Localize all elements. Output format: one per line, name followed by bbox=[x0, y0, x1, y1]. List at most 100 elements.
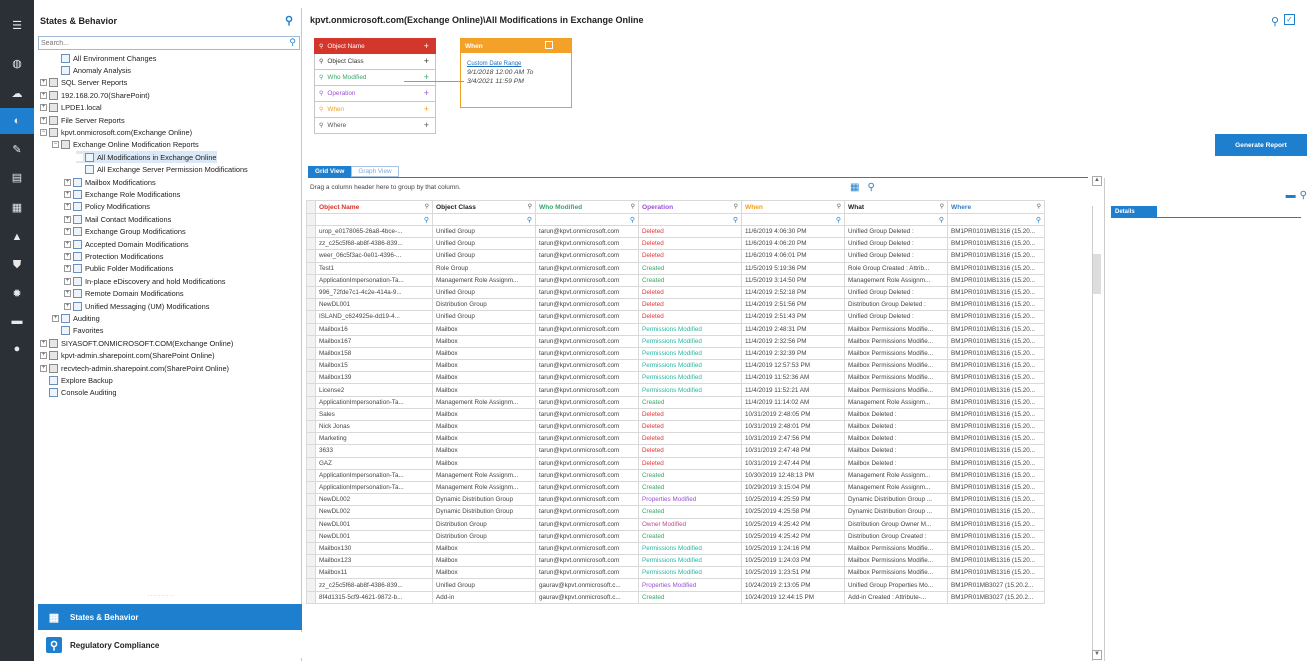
shield-icon[interactable]: ⛊ bbox=[0, 252, 34, 278]
table-row[interactable]: 996_72fde7c1-4c2e-414a-9... Unified Group… bbox=[306, 285, 1045, 300]
table-row[interactable]: GAZ Mailbox tarun@kpvt.onmicrosoft.com Dele… bbox=[306, 456, 1045, 470]
column-filter-icon[interactable]: ⚲ bbox=[1037, 203, 1041, 210]
calendar-icon[interactable]: ▦ bbox=[850, 182, 859, 193]
tree-item[interactable]: + Policy Modifications bbox=[64, 201, 150, 213]
expand-toggle-icon[interactable]: + bbox=[40, 91, 47, 99]
table-row[interactable]: 3633 Mailbox tarun@kpvt.onmicrosoft.com Del… bbox=[306, 444, 1045, 458]
table-row[interactable]: ISLAND_c624925e-dd19-4... Unified Group ta… bbox=[306, 310, 1045, 324]
add-icon[interactable]: + bbox=[424, 88, 429, 98]
nav-states-behavior[interactable]: ▦ States & Behavior bbox=[38, 604, 302, 630]
tree-item[interactable]: + kpvt-admin.sharepoint.com(SharePoint On… bbox=[40, 350, 215, 362]
table-row[interactable]: 8f4d1315-5cf9-4621-9872-b... Add-in gaurav… bbox=[306, 590, 1045, 604]
scrollbar-thumb[interactable] bbox=[1093, 254, 1101, 294]
expand-toggle-icon[interactable]: + bbox=[64, 190, 71, 198]
tree-item[interactable]: Explore Backup bbox=[40, 374, 113, 386]
scroll-down-button[interactable]: ▼ bbox=[1092, 650, 1102, 660]
tree-item[interactable]: + SIYASOFT.ONMICROSOFT.COM(Exchange Onlin… bbox=[40, 337, 233, 349]
expand-toggle-icon[interactable]: + bbox=[64, 215, 71, 223]
expand-toggle-icon[interactable]: + bbox=[64, 265, 71, 273]
table-row[interactable]: ApplicationImpersonation-Ta... Management… bbox=[306, 273, 1045, 287]
search-tree-icon[interactable]: ⚲ bbox=[285, 14, 293, 27]
column-header-object-name[interactable]: Object Name ⚲ bbox=[315, 200, 433, 214]
row-header[interactable] bbox=[306, 541, 316, 556]
row-header[interactable] bbox=[306, 419, 316, 434]
row-header[interactable] bbox=[306, 395, 316, 409]
tree-item[interactable]: + recvtech-admin.sharepoint.com(SharePoin… bbox=[40, 362, 229, 374]
search-icon[interactable]: ⚲ bbox=[867, 182, 874, 193]
tree-item[interactable]: Anomaly Analysis bbox=[52, 64, 131, 76]
user-icon[interactable]: ● bbox=[0, 336, 34, 362]
row-header[interactable] bbox=[306, 285, 316, 300]
row-header[interactable] bbox=[306, 298, 316, 312]
criteria-item[interactable]: ⚲ Object Name + bbox=[314, 38, 436, 54]
filter-what[interactable]: ⚲ bbox=[844, 213, 948, 226]
row-header[interactable] bbox=[306, 310, 316, 324]
add-icon[interactable]: + bbox=[424, 41, 429, 51]
settings-icon[interactable]: ✹ bbox=[0, 280, 34, 306]
add-icon[interactable]: + bbox=[424, 120, 429, 130]
tree-item[interactable]: + Unified Messaging (UM) Modifications bbox=[64, 300, 209, 312]
table-row[interactable]: NewDL002 Dynamic Distribution Group tarun@… bbox=[306, 493, 1045, 507]
table-row[interactable]: Mailbox16 Mailbox tarun@kpvt.onmicrosoft.c… bbox=[306, 322, 1045, 336]
expand-toggle-icon[interactable]: − bbox=[40, 128, 47, 136]
chat-icon[interactable]: ▬ bbox=[0, 308, 34, 334]
tree-item[interactable]: + Public Folder Modifications bbox=[64, 263, 173, 275]
table-row[interactable]: Mailbox15 Mailbox tarun@kpvt.onmicrosoft.c… bbox=[306, 359, 1045, 373]
tab-grid-view[interactable]: Grid View bbox=[308, 166, 352, 177]
tab-graph-view[interactable]: Graph View bbox=[351, 166, 399, 177]
table-row[interactable]: ApplicationImpersonation-Ta... Management… bbox=[306, 468, 1045, 482]
column-header-where[interactable]: Where ⚲ bbox=[947, 200, 1045, 214]
column-filter-icon[interactable]: ⚲ bbox=[425, 203, 429, 210]
report-icon[interactable]: ▦ bbox=[0, 194, 34, 220]
table-row[interactable]: NewDL002 Dynamic Distribution Group tarun@… bbox=[306, 505, 1045, 519]
table-row[interactable]: Nick Jonas Mailbox tarun@kpvt.onmicrosoft.… bbox=[306, 419, 1045, 434]
column-header-operation[interactable]: Operation ⚲ bbox=[638, 200, 742, 214]
tree-item[interactable]: Console Auditing bbox=[40, 387, 116, 399]
filter-object-name[interactable]: ⚲ bbox=[315, 213, 433, 226]
table-row[interactable]: Mailbox11 Mailbox tarun@kpvt.onmicrosoft.c… bbox=[306, 566, 1045, 580]
tree-item[interactable]: + Protection Modifications bbox=[64, 250, 163, 262]
expand-toggle-icon[interactable]: + bbox=[64, 252, 71, 260]
column-filter-icon[interactable]: ⚲ bbox=[837, 203, 841, 210]
table-row[interactable]: Test1 Role Group tarun@kpvt.onmicrosoft.co… bbox=[306, 261, 1045, 275]
criteria-item[interactable]: ⚲ Where + bbox=[314, 118, 436, 134]
filter-when[interactable]: ⚲ bbox=[741, 213, 845, 226]
table-row[interactable]: zz_c25c5f68-ab8f-4386-839... Unified Grou… bbox=[306, 578, 1045, 592]
tree-item[interactable]: +192.168.20.70(SharePoint) bbox=[40, 89, 150, 101]
column-header-when[interactable]: When ⚲ bbox=[741, 200, 845, 214]
criteria-item[interactable]: ⚲ When + bbox=[314, 102, 436, 118]
expand-toggle-icon[interactable]: + bbox=[64, 178, 71, 186]
table-row[interactable]: License2 Mailbox tarun@kpvt.onmicrosoft.co… bbox=[306, 383, 1045, 397]
add-icon[interactable]: + bbox=[424, 104, 429, 114]
table-row[interactable]: Mailbox123 Mailbox tarun@kpvt.onmicrosoft.… bbox=[306, 554, 1045, 568]
table-row[interactable]: ApplicationImpersonation-Ta... Management… bbox=[306, 480, 1045, 495]
column-header-object-class[interactable]: Object Class ⚲ bbox=[432, 200, 536, 214]
column-header-who-modified[interactable]: Who Modified ⚲ bbox=[535, 200, 639, 214]
tree-item[interactable]: Favorites bbox=[52, 325, 103, 337]
row-header[interactable] bbox=[306, 432, 316, 446]
row-header[interactable] bbox=[306, 346, 316, 361]
table-row[interactable]: NewDL001 Distribution Group tarun@kpvt.onm… bbox=[306, 529, 1045, 543]
tree-item[interactable]: All Modifications in Exchange Online bbox=[76, 151, 217, 164]
table-row[interactable]: urop_e0178065-26a8-4bce-... Unified Group… bbox=[306, 224, 1045, 239]
expand-toggle-icon[interactable]: + bbox=[64, 277, 71, 285]
expand-toggle-icon[interactable]: + bbox=[52, 314, 59, 322]
filter-where[interactable]: ⚲ bbox=[947, 213, 1045, 226]
expand-toggle-icon[interactable]: + bbox=[40, 364, 47, 372]
row-header[interactable] bbox=[306, 322, 316, 336]
add-icon[interactable]: + bbox=[424, 56, 429, 66]
column-header-what[interactable]: What ⚲ bbox=[844, 200, 948, 214]
tab-details[interactable]: Details bbox=[1111, 206, 1157, 217]
row-header[interactable] bbox=[306, 578, 316, 592]
row-header[interactable] bbox=[306, 529, 316, 543]
row-header[interactable] bbox=[306, 554, 316, 568]
tree-item[interactable]: + Accepted Domain Modifications bbox=[64, 238, 189, 250]
column-filter-icon[interactable]: ⚲ bbox=[528, 203, 532, 210]
menu-icon[interactable]: ☰ bbox=[0, 12, 34, 38]
expand-toggle-icon[interactable]: + bbox=[40, 116, 47, 124]
table-row[interactable]: ApplicationImpersonation-Ta... Management… bbox=[306, 395, 1045, 409]
row-header[interactable] bbox=[306, 383, 316, 397]
filter-object-class[interactable]: ⚲ bbox=[432, 213, 536, 226]
filter-who-modified[interactable]: ⚲ bbox=[535, 213, 639, 226]
tree-item[interactable]: + Mail Contact Modifications bbox=[64, 213, 171, 225]
